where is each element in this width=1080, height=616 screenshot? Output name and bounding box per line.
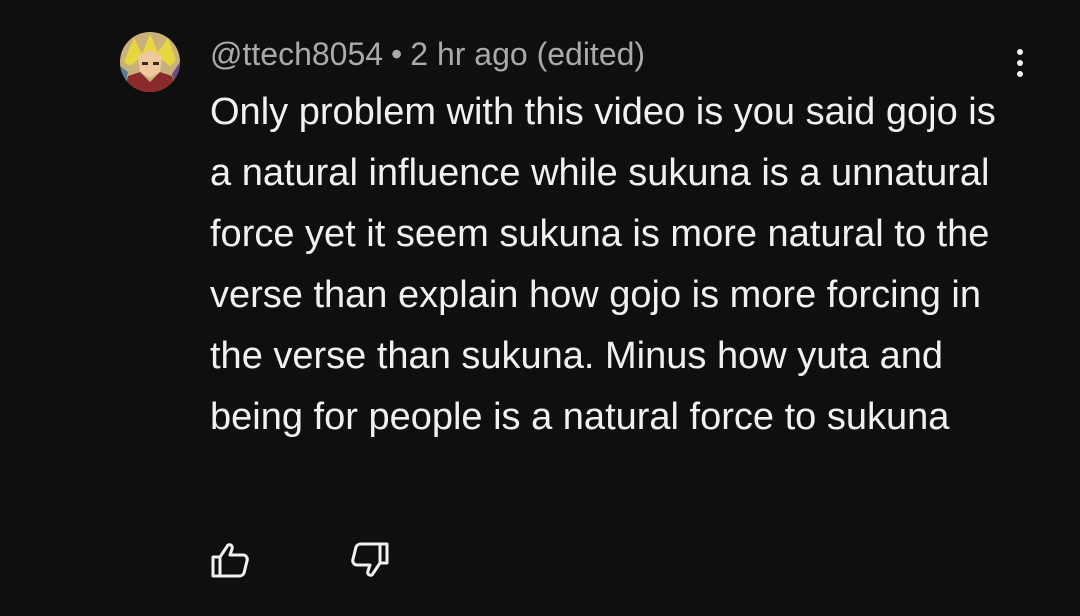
thumbs-down-icon	[351, 542, 389, 577]
like-button[interactable]	[208, 540, 252, 580]
dislike-button[interactable]	[348, 540, 392, 580]
thumbs-up-icon	[211, 543, 249, 578]
comment-text: Only problem with this video is you said…	[210, 91, 996, 438]
avatar[interactable]	[120, 32, 180, 92]
author-name[interactable]: @ttech8054	[210, 36, 383, 72]
meta-separator: •	[391, 36, 403, 72]
comment-meta: @ttech8054 • 2 hr ago (edited)	[210, 34, 645, 74]
comment-item: @ttech8054 • 2 hr ago (edited) Only proble…	[0, 0, 1080, 616]
comment-time: 2 hr ago (edited)	[410, 36, 646, 72]
vertical-ellipsis-icon	[1017, 49, 1023, 77]
more-options-button[interactable]	[1000, 40, 1040, 84]
avatar-image	[120, 32, 180, 92]
